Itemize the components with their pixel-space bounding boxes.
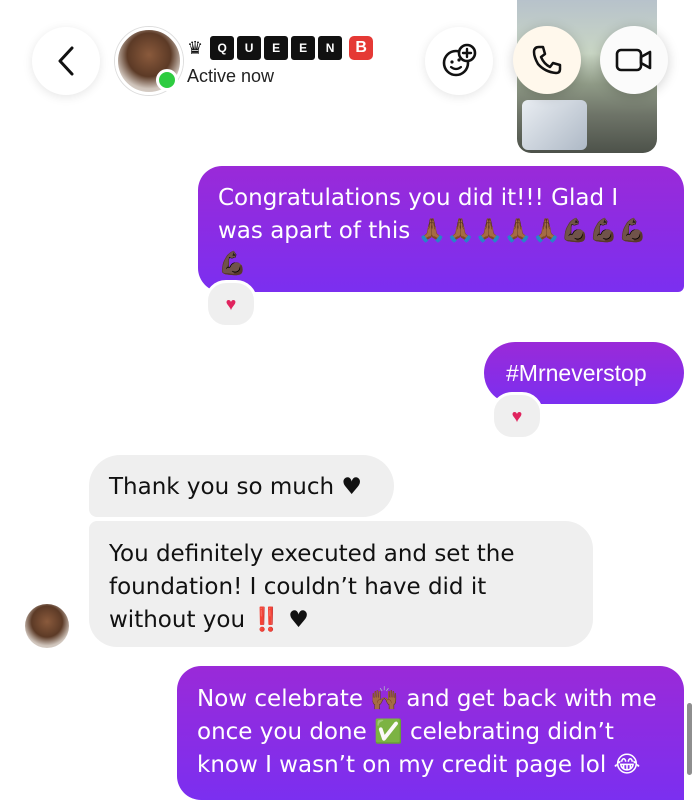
outgoing-message[interactable]: Now celebrate 🙌🏾 and get back with me on… (177, 666, 684, 800)
name-letter: U (237, 36, 262, 60)
name-letter: E (291, 36, 316, 60)
back-button[interactable] (32, 27, 100, 95)
name-tag-badge: B (349, 36, 374, 60)
message-text: Now celebrate 🙌🏾 and get back with me on… (197, 686, 657, 778)
face-sparkle-icon (442, 43, 477, 77)
message-text: Thank you so much ♥ (109, 474, 362, 500)
incoming-message[interactable]: You definitely executed and set the foun… (89, 521, 593, 647)
thumbnail-sticker (522, 100, 587, 150)
heart-icon: ♥ (225, 293, 237, 314)
heart-icon: ♥ (511, 405, 523, 426)
chevron-left-icon (58, 46, 74, 76)
call-button[interactable] (513, 26, 581, 94)
effects-button[interactable] (425, 27, 493, 95)
name-letter: E (264, 36, 289, 60)
active-status: Active now (187, 66, 275, 86)
contact-name[interactable]: ♛ Q U E E N B (187, 36, 374, 60)
scrollbar[interactable] (687, 703, 692, 775)
crown-icon: ♛ (187, 37, 204, 58)
outgoing-message[interactable]: Congratulations you did it!!! Glad I was… (198, 166, 684, 292)
online-indicator (156, 69, 178, 91)
video-camera-icon (615, 48, 652, 72)
video-button[interactable] (600, 26, 668, 94)
message-text: #Mrneverstop (506, 360, 647, 386)
phone-icon (532, 45, 562, 75)
message-text: You definitely executed and set the foun… (109, 541, 515, 633)
sender-avatar[interactable] (25, 604, 69, 648)
heart-reaction[interactable]: ♥ (205, 280, 257, 328)
incoming-message[interactable]: Thank you so much ♥ (89, 455, 394, 517)
name-letter: N (318, 36, 343, 60)
message-text: Congratulations you did it!!! Glad I was… (218, 185, 647, 277)
name-letter: Q (210, 36, 235, 60)
heart-reaction[interactable]: ♥ (491, 392, 543, 440)
